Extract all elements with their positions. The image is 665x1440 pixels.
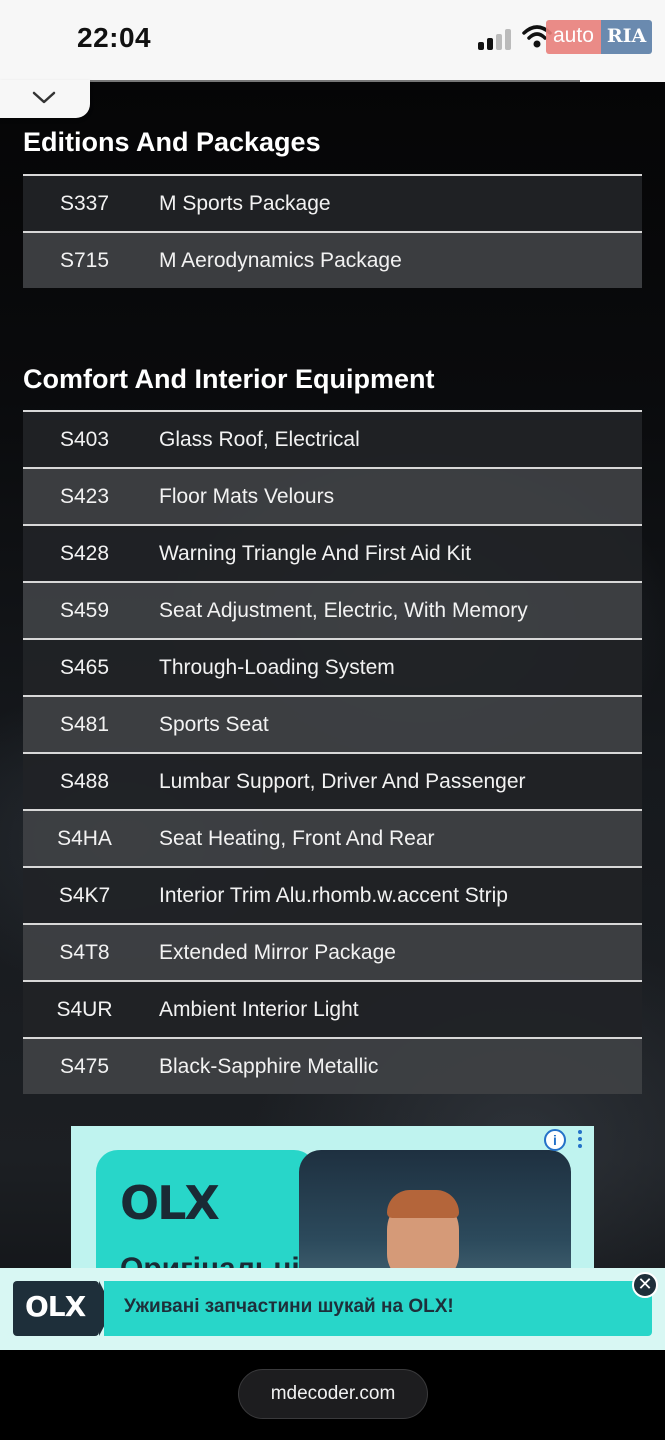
option-description: Extended Mirror Package	[159, 940, 396, 964]
status-time: 22:04	[77, 22, 152, 53]
table-row: S423 Floor Mats Velours	[23, 467, 642, 524]
option-code: S428	[59, 541, 110, 565]
more-vertical-icon[interactable]	[576, 1129, 584, 1151]
option-description: Warning Triangle And First Aid Kit	[159, 541, 472, 565]
option-description: Glass Roof, Electrical	[159, 427, 360, 451]
option-code: S4HA	[57, 826, 112, 850]
table-row: S403 Glass Roof, Electrical	[23, 410, 642, 467]
option-code: S459	[59, 598, 110, 622]
option-description: Black-Sapphire Metallic	[159, 1054, 379, 1078]
autoria-badge-ria: RIA	[600, 20, 653, 54]
option-code: S488	[59, 769, 110, 793]
option-code: S403	[59, 427, 110, 451]
section-title-comfort: Comfort And Interior Equipment	[23, 364, 435, 394]
olx-banner[interactable]: OLX Уживані запчастини шукай на OLX!	[0, 1268, 665, 1350]
ad-photo	[299, 1150, 571, 1271]
option-code: S423	[59, 484, 110, 508]
chevron-down-icon	[32, 91, 56, 104]
table-row: S4HA Seat Heating, Front And Rear	[23, 809, 642, 866]
option-code: S475	[59, 1054, 110, 1078]
autoria-badge-auto: auto	[546, 20, 601, 54]
option-description: Ambient Interior Light	[159, 997, 359, 1021]
section-title-editions: Editions And Packages	[23, 127, 321, 157]
table-row: S488 Lumbar Support, Driver And Passenge…	[23, 752, 642, 809]
autoria-badge: auto RIA	[546, 20, 653, 54]
banner-olx-logo: OLX	[13, 1281, 99, 1336]
option-code: S4T8	[59, 940, 110, 964]
cellular-signal-icon	[478, 28, 514, 50]
browser-bottom-bar: mdecoder.com	[0, 1350, 665, 1440]
option-code: S4K7	[58, 883, 111, 907]
comfort-table: S403 Glass Roof, Electrical S423 Floor M…	[23, 410, 642, 1094]
table-row: S4K7 Interior Trim Alu.rhomb.w.accent St…	[23, 866, 642, 923]
collapse-toolbar-button[interactable]	[0, 80, 90, 118]
option-description: Interior Trim Alu.rhomb.w.accent Strip	[159, 883, 508, 907]
progress-line	[90, 80, 580, 82]
option-description: Seat Adjustment, Electric, With Memory	[159, 598, 528, 622]
close-icon[interactable]: ✕	[632, 1272, 658, 1298]
option-description: Lumbar Support, Driver And Passenger	[159, 769, 526, 793]
table-row: S715 M Aerodynamics Package	[23, 231, 642, 288]
table-row: S4UR Ambient Interior Light	[23, 980, 642, 1037]
ad-person-hair	[387, 1190, 459, 1218]
ad-card: OLX Оригінальні	[96, 1150, 316, 1271]
table-row: S337 M Sports Package	[23, 174, 642, 231]
olx-ad[interactable]: OLX Оригінальні	[71, 1126, 594, 1271]
option-description: Floor Mats Velours	[159, 484, 335, 508]
table-row: S475 Black-Sapphire Metallic	[23, 1037, 642, 1094]
address-bar[interactable]: mdecoder.com	[238, 1369, 428, 1419]
ad-olx-logo: OLX	[120, 1176, 220, 1230]
option-description: M Sports Package	[159, 191, 331, 215]
table-row: S428 Warning Triangle And First Aid Kit	[23, 524, 642, 581]
option-code: S715	[59, 248, 110, 272]
option-code: S4UR	[56, 997, 113, 1021]
banner-text: Уживані запчастини шукай на OLX!	[124, 1296, 454, 1317]
table-row: S481 Sports Seat	[23, 695, 642, 752]
option-description: Seat Heating, Front And Rear	[159, 826, 435, 850]
table-row: S459 Seat Adjustment, Electric, With Mem…	[23, 581, 642, 638]
option-code: S481	[59, 712, 110, 736]
info-icon[interactable]: i	[544, 1129, 566, 1151]
table-row: S465 Through-Loading System	[23, 638, 642, 695]
banner-text-box: Уживані запчастини шукай на OLX!	[104, 1281, 652, 1336]
editions-table: S337 M Sports Package S715 M Aerodynamic…	[23, 174, 642, 288]
option-description: Sports Seat	[159, 712, 269, 736]
status-bar: 22:04 auto RIA	[0, 0, 665, 82]
option-description: M Aerodynamics Package	[159, 248, 402, 272]
banner-logo-text: OLX	[25, 1290, 86, 1323]
option-code: S465	[59, 655, 110, 679]
option-code: S337	[59, 191, 110, 215]
option-description: Through-Loading System	[159, 655, 395, 679]
table-row: S4T8 Extended Mirror Package	[23, 923, 642, 980]
